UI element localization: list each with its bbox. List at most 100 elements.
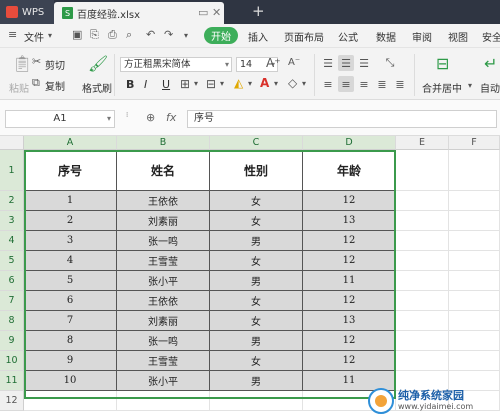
row-header-11[interactable]: 11 (0, 371, 24, 391)
tab-data[interactable]: 数据 (376, 29, 396, 44)
italic-button[interactable]: I (144, 78, 147, 91)
tab-view[interactable]: 视图 (448, 29, 468, 44)
redo-icon[interactable]: ↷ (164, 28, 173, 41)
empty-cell[interactable] (449, 311, 500, 331)
table-cell[interactable]: 张一鸣 (117, 231, 210, 251)
table-cell[interactable]: 12 (303, 331, 396, 351)
save-icon[interactable]: ▣ (72, 28, 82, 41)
chevron-down-icon[interactable]: ▾ (302, 79, 306, 88)
empty-cell[interactable] (449, 331, 500, 351)
merge-center-button[interactable]: 合并居中 (422, 80, 462, 95)
table-cell[interactable]: 12 (303, 351, 396, 371)
table-header-cell[interactable]: 年龄 (303, 150, 396, 191)
empty-cell[interactable] (396, 211, 449, 231)
tab-review[interactable]: 审阅 (412, 29, 432, 44)
table-cell[interactable]: 12 (303, 251, 396, 271)
underline-button[interactable]: U (162, 78, 170, 91)
table-cell[interactable]: 男 (210, 371, 303, 391)
table-cell[interactable]: 刘素丽 (117, 311, 210, 331)
table-cell[interactable]: 女 (210, 211, 303, 231)
row-header-7[interactable]: 7 (0, 291, 24, 311)
format-painter-icon[interactable]: 🖌︎ (88, 54, 108, 73)
empty-cell[interactable] (396, 311, 449, 331)
table-cell[interactable]: 王雪莹 (117, 351, 210, 371)
empty-cell[interactable] (449, 191, 500, 211)
undo-icon[interactable]: ↶ (146, 28, 155, 41)
empty-cell[interactable] (449, 271, 500, 291)
empty-cell[interactable] (396, 331, 449, 351)
empty-cell[interactable] (117, 391, 210, 411)
wps-home-tab[interactable]: WPS (0, 0, 54, 24)
distribute-button[interactable]: ≣ (392, 76, 408, 92)
table-cell[interactable]: 女 (210, 291, 303, 311)
table-cell[interactable]: 男 (210, 331, 303, 351)
table-cell[interactable]: 女 (210, 311, 303, 331)
row-header-10[interactable]: 10 (0, 351, 24, 371)
table-cell[interactable]: 13 (303, 311, 396, 331)
table-cell[interactable]: 7 (24, 311, 117, 331)
table-cell[interactable]: 刘素丽 (117, 211, 210, 231)
align-middle-button[interactable]: ☰ (338, 55, 354, 71)
table-header-cell[interactable]: 性别 (210, 150, 303, 191)
empty-cell[interactable] (396, 191, 449, 211)
formula-input[interactable]: 序号 (187, 110, 497, 128)
table-cell[interactable]: 9 (24, 351, 117, 371)
align-bottom-button[interactable]: ☰ (356, 55, 372, 71)
table-cell[interactable]: 6 (24, 291, 117, 311)
fill-color-icon[interactable]: ◭ (234, 76, 243, 90)
table-cell[interactable]: 12 (303, 231, 396, 251)
table-cell[interactable]: 女 (210, 251, 303, 271)
table-cell[interactable]: 女 (210, 191, 303, 211)
function-icon[interactable]: fx (166, 111, 176, 124)
table-cell[interactable]: 11 (303, 271, 396, 291)
row-header-12[interactable]: 12 (0, 391, 24, 411)
empty-cell[interactable] (449, 351, 500, 371)
empty-cell[interactable] (396, 231, 449, 251)
wrap-text-icon[interactable]: ↵ (484, 54, 497, 73)
table-cell[interactable]: 女 (210, 351, 303, 371)
row-header-9[interactable]: 9 (0, 331, 24, 351)
empty-cell[interactable] (396, 271, 449, 291)
column-header-a[interactable]: A (24, 136, 117, 150)
table-header-cell[interactable]: 序号 (24, 150, 117, 191)
table-cell[interactable]: 张小平 (117, 371, 210, 391)
empty-cell[interactable] (24, 391, 117, 411)
table-cell[interactable]: 3 (24, 231, 117, 251)
cut-button[interactable]: 剪切 (45, 57, 65, 72)
table-cell[interactable]: 男 (210, 271, 303, 291)
merge-center-icon[interactable]: ⊟ (436, 54, 449, 73)
empty-cell[interactable] (396, 251, 449, 271)
column-header-f[interactable]: F (449, 136, 500, 150)
name-box[interactable]: A1 ▾ (5, 110, 115, 128)
align-left-button[interactable]: ≡ (320, 76, 336, 92)
tab-formulas[interactable]: 公式 (338, 29, 358, 44)
select-all-corner[interactable] (0, 136, 24, 150)
new-tab-button[interactable]: + (252, 2, 265, 20)
column-header-b[interactable]: B (117, 136, 210, 150)
cut-icon[interactable]: ✂ (32, 55, 41, 68)
table-cell[interactable]: 12 (303, 191, 396, 211)
table-cell[interactable]: 男 (210, 231, 303, 251)
table-cell[interactable]: 张一鸣 (117, 331, 210, 351)
tab-insert[interactable]: 插入 (248, 29, 268, 44)
justify-button[interactable]: ≣ (374, 76, 390, 92)
chevron-down-icon[interactable]: ▾ (48, 31, 52, 40)
table-cell[interactable]: 王依依 (117, 191, 210, 211)
paste-button[interactable]: 粘贴 (9, 80, 29, 95)
row-header-8[interactable]: 8 (0, 311, 24, 331)
empty-cell[interactable] (449, 231, 500, 251)
table-cell[interactable]: 王雪莹 (117, 251, 210, 271)
row-header-5[interactable]: 5 (0, 251, 24, 271)
table-cell[interactable]: 10 (24, 371, 117, 391)
column-header-c[interactable]: C (210, 136, 303, 150)
align-center-button[interactable]: ≡ (338, 76, 354, 92)
table-cell[interactable]: 5 (24, 271, 117, 291)
chevron-down-icon[interactable]: ▾ (248, 79, 252, 88)
close-tab-icon[interactable]: ✕ (212, 6, 221, 19)
empty-cell[interactable] (396, 150, 449, 191)
table-cell[interactable]: 1 (24, 191, 117, 211)
empty-cell[interactable] (396, 351, 449, 371)
empty-cell[interactable] (210, 391, 303, 411)
row-header-4[interactable]: 4 (0, 231, 24, 251)
window-restore-icon[interactable]: ▭ (198, 6, 208, 19)
